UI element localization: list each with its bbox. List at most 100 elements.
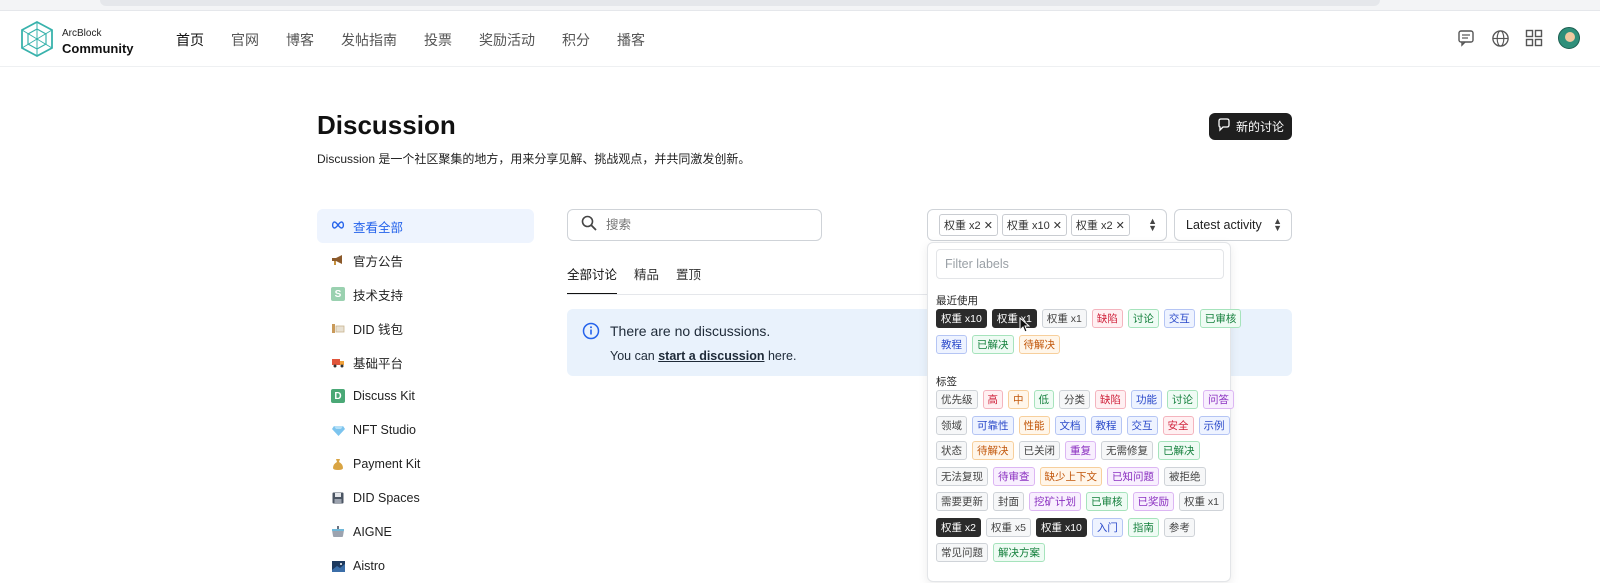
brand-line1: ArcBlock [62, 27, 102, 39]
new-discussion-button[interactable]: 新的讨论 [1209, 113, 1292, 140]
sidebar-item-discuss-kit[interactable]: D Discuss Kit [317, 379, 534, 413]
label-tag[interactable]: 无法复现 [936, 466, 988, 486]
label-tag[interactable]: 待审查 [993, 466, 1035, 486]
user-avatar[interactable] [1558, 27, 1580, 49]
sort-value: Latest activity [1186, 218, 1262, 232]
label-tag[interactable]: 安全 [1162, 415, 1194, 435]
label-tag[interactable]: 功能 [1131, 390, 1162, 409]
nav-posting-guide[interactable]: 发帖指南 [341, 30, 397, 50]
label-tag[interactable]: 待解决 [972, 441, 1014, 460]
label-tag[interactable]: 已知问题 [1107, 466, 1159, 486]
label-tag[interactable]: 权重 x10 [1036, 517, 1087, 537]
label-tag[interactable]: 挖矿计划 [1029, 492, 1081, 511]
label-tag[interactable]: 指南 [1127, 517, 1159, 537]
sidebar-item-did-wallet[interactable]: DID 钱包 [317, 311, 534, 345]
label-tag[interactable]: 权重 x10 [936, 309, 987, 328]
site-header: ArcBlock Community 首页 官网 博客 发帖指南 投票 奖励活动… [0, 11, 1600, 67]
address-bar [100, 0, 1380, 6]
label-tag[interactable]: 缺陷 [1091, 309, 1123, 328]
apps-grid-icon[interactable] [1524, 28, 1544, 48]
label-tag[interactable]: 需要更新 [936, 492, 988, 511]
label-tag[interactable]: 权重 x5 [986, 517, 1032, 537]
label-tag[interactable]: 已奖励 [1132, 492, 1174, 511]
nav-home[interactable]: 首页 [176, 30, 204, 50]
search-input[interactable] [606, 218, 786, 232]
label-tag[interactable]: 分类 [1059, 390, 1090, 409]
label-tag[interactable]: 优先级 [936, 390, 978, 409]
nav-points[interactable]: 积分 [562, 30, 590, 50]
brand-logo[interactable]: ArcBlock Community [20, 20, 134, 63]
close-icon[interactable]: ✕ [1053, 219, 1062, 232]
label-tag[interactable]: 解决方案 [993, 543, 1045, 562]
empty-state-title: There are no discussions. [610, 323, 771, 339]
close-icon[interactable]: ✕ [984, 219, 993, 232]
label-tag[interactable]: 交互 [1163, 309, 1195, 328]
label-tag[interactable]: 权重 x1 [991, 309, 1037, 328]
label-filter-select[interactable]: 权重 x2 ✕ 权重 x10 ✕ 权重 x2 ✕ ▲ ▼ [927, 209, 1167, 241]
sidebar-item-did-spaces[interactable]: DID Spaces [317, 481, 534, 515]
label-tag[interactable]: 已审核 [1086, 492, 1128, 511]
label-tag[interactable]: 讨论 [1167, 390, 1198, 409]
label-tag[interactable]: 已审核 [1199, 309, 1242, 328]
label-tag[interactable]: 低 [1033, 390, 1054, 409]
night-sky-icon [331, 559, 345, 573]
label-tag[interactable]: 已关闭 [1018, 441, 1060, 460]
header-actions [1456, 27, 1580, 49]
label-tag[interactable]: 常见问题 [936, 543, 988, 562]
label-tag[interactable]: 教程 [1090, 415, 1122, 435]
nav-rewards[interactable]: 奖励活动 [479, 30, 535, 50]
label-tag[interactable]: 交互 [1126, 415, 1158, 435]
tabs-divider [567, 294, 927, 295]
filter-labels-input[interactable]: Filter labels [936, 249, 1224, 279]
nav-podcast[interactable]: 播客 [617, 30, 645, 50]
sidebar-item-nft-studio[interactable]: NFT Studio [317, 413, 534, 447]
sidebar-item-announcements[interactable]: 官方公告 [317, 243, 534, 277]
sidebar-item-payment-kit[interactable]: Payment Kit [317, 447, 534, 481]
chip-label: 权重 x10 [1006, 220, 1050, 232]
nav-vote[interactable]: 投票 [424, 30, 452, 50]
label-tag[interactable]: 权重 x2 [936, 517, 982, 537]
page-title: Discussion [317, 110, 456, 140]
label-tag[interactable]: 参考 [1163, 517, 1195, 537]
label-tag[interactable]: 重复 [1065, 441, 1096, 460]
label-tag[interactable]: 封面 [993, 492, 1024, 511]
label-tag[interactable]: 缺陷 [1095, 390, 1126, 409]
sidebar-item-tech-support[interactable]: S 技术支持 [317, 277, 534, 311]
nav-official-site[interactable]: 官网 [231, 30, 259, 50]
label-tag[interactable]: 被拒绝 [1164, 466, 1206, 486]
tab-all-discussions[interactable]: 全部讨论 [567, 262, 618, 295]
chat-icon[interactable] [1456, 28, 1476, 48]
selected-label-chip: 权重 x2 ✕ [1070, 214, 1130, 236]
globe-icon[interactable] [1490, 28, 1510, 48]
label-tag[interactable]: 已解决 [972, 334, 1014, 354]
label-tag[interactable]: 中 [1008, 390, 1029, 409]
label-tag[interactable]: 可靠性 [972, 415, 1014, 435]
sidebar-item-aigne[interactable]: AIGNE [317, 515, 534, 549]
sidebar-item-aistro[interactable]: Aistro [317, 549, 534, 583]
label-tag[interactable]: 已解决 [1158, 441, 1200, 460]
label-tag[interactable]: 教程 [936, 334, 967, 354]
label-tag[interactable]: 入门 [1091, 517, 1123, 537]
sidebar-item-all[interactable]: 查看全部 [317, 209, 534, 243]
sidebar-item-base-platform[interactable]: 基础平台 [317, 345, 534, 379]
label-tag[interactable]: 文档 [1054, 415, 1086, 435]
nav-blog[interactable]: 博客 [286, 30, 314, 50]
label-tag[interactable]: 权重 x1 [1041, 309, 1087, 328]
label-tag[interactable]: 高 [982, 390, 1003, 409]
tab-featured[interactable]: 精品 [634, 262, 659, 295]
sort-select[interactable]: Latest activity ▲ ▼ [1174, 209, 1292, 241]
label-tag[interactable]: 示例 [1198, 415, 1230, 435]
label-tag[interactable]: 权重 x1 [1179, 492, 1225, 511]
label-tag[interactable]: 讨论 [1127, 309, 1159, 328]
label-tag[interactable]: 缺少上下文 [1039, 466, 1102, 486]
search-box[interactable] [567, 209, 822, 241]
label-tag[interactable]: 领域 [936, 415, 967, 435]
label-tag[interactable]: 状态 [936, 441, 967, 460]
start-discussion-link[interactable]: start a discussion [658, 349, 764, 363]
label-tag[interactable]: 性能 [1018, 415, 1050, 435]
label-tag[interactable]: 问答 [1203, 390, 1234, 409]
close-icon[interactable]: ✕ [1116, 219, 1125, 232]
label-tag[interactable]: 无需修复 [1101, 441, 1153, 460]
tab-pinned[interactable]: 置顶 [676, 262, 701, 295]
brand-line2: Community [62, 40, 134, 56]
